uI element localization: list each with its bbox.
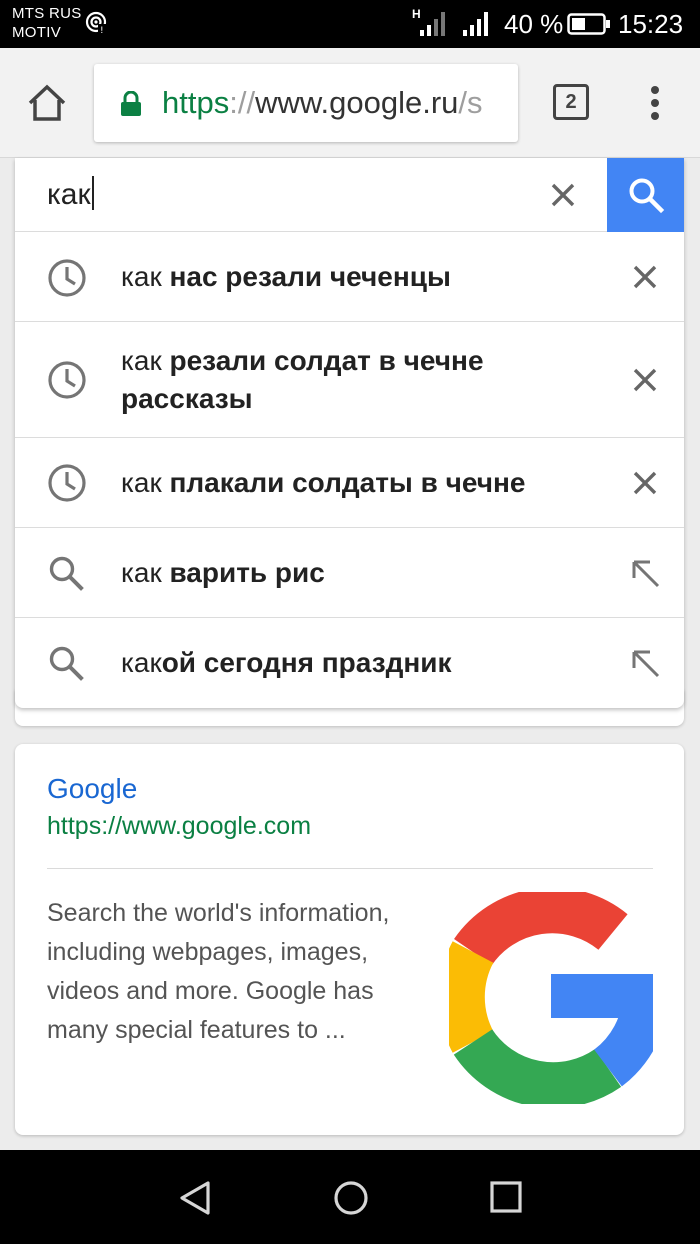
system-nav-bar [0,1150,700,1244]
search-suggestions-panel: как как нас резали чеченцы как резали со… [15,158,684,708]
carrier-line-2: MOTIV [12,24,61,41]
search-icon [49,646,84,681]
refine-arrow-icon[interactable] [628,556,662,590]
text-caret [91,176,94,210]
browser-toolbar: https://www.google.ru/s 2 [0,48,700,158]
carrier-line-1: MTS RUS [12,5,82,22]
suggestion-text: как варить рис [121,557,325,588]
suggestion-text: как нас резали чеченцы [121,261,451,292]
url-text: https://www.google.ru/s [162,84,483,122]
result-snippet: Search the world's information, includin… [47,899,390,1044]
close-icon[interactable] [549,181,577,209]
battery-icon [567,13,610,35]
suggestion-history-2[interactable]: как резали солдат в чечне рассказы [15,322,684,438]
signal-icon [463,12,488,36]
carrier-name: MTS RUS MOTIV [12,4,82,42]
history-icon [48,464,86,502]
suggestion-history-1[interactable]: как нас резали чеченцы [15,232,684,322]
refine-arrow-icon[interactable] [628,646,662,680]
battery-percent: 40 % [504,9,564,39]
suggestion-history-3[interactable]: как плакали солдаты в чечне [15,438,684,528]
url-host: www.google.ru [255,85,459,120]
tabs-icon[interactable]: 2 [553,84,589,120]
google-g-logo[interactable] [449,892,653,1104]
suggestion-text: как резали солдат в чечне рассказы [121,345,484,414]
search-row: как [15,158,684,232]
search-query-text: как [47,178,91,211]
history-icon [48,259,86,297]
address-bar[interactable]: https://www.google.ru/s [94,64,518,142]
clock: 15:23 [618,9,684,39]
suggestion-text: как плакали солдаты в чечне [121,467,526,498]
result-title-link[interactable]: Google [47,772,137,806]
history-icon [48,361,86,399]
lock-icon [121,91,141,116]
remove-icon[interactable] [628,260,662,294]
status-bar: MTS RUS MOTIV ! H 40 % 15:23 [0,0,700,48]
suggestion-search-2[interactable]: какой сегодня праздник [15,618,684,708]
search-button[interactable] [607,158,684,232]
result-url[interactable]: https://www.google.com [47,810,311,842]
home-circle-icon[interactable] [334,1180,368,1216]
url-separator: :// [229,85,256,120]
signal-icon [420,12,445,36]
remove-icon[interactable] [628,363,662,397]
remove-icon[interactable] [628,466,662,500]
url-scheme: https [162,85,230,120]
back-icon[interactable] [178,1180,212,1216]
search-icon [629,178,665,214]
suggestion-search-1[interactable]: как варить рис [15,528,684,618]
svg-text:!: ! [100,26,104,34]
more-vert-icon[interactable] [643,82,667,124]
home-icon[interactable] [26,82,68,124]
search-result-card: Google https://www.google.com Search the… [15,744,684,1135]
hotspot-icon: ! [85,11,108,34]
recents-icon[interactable] [490,1181,522,1213]
suggestion-text: какой сегодня праздник [121,647,452,678]
search-icon [49,556,84,591]
divider [47,868,653,869]
search-input[interactable]: как [47,176,94,214]
url-path: /s [458,85,483,120]
